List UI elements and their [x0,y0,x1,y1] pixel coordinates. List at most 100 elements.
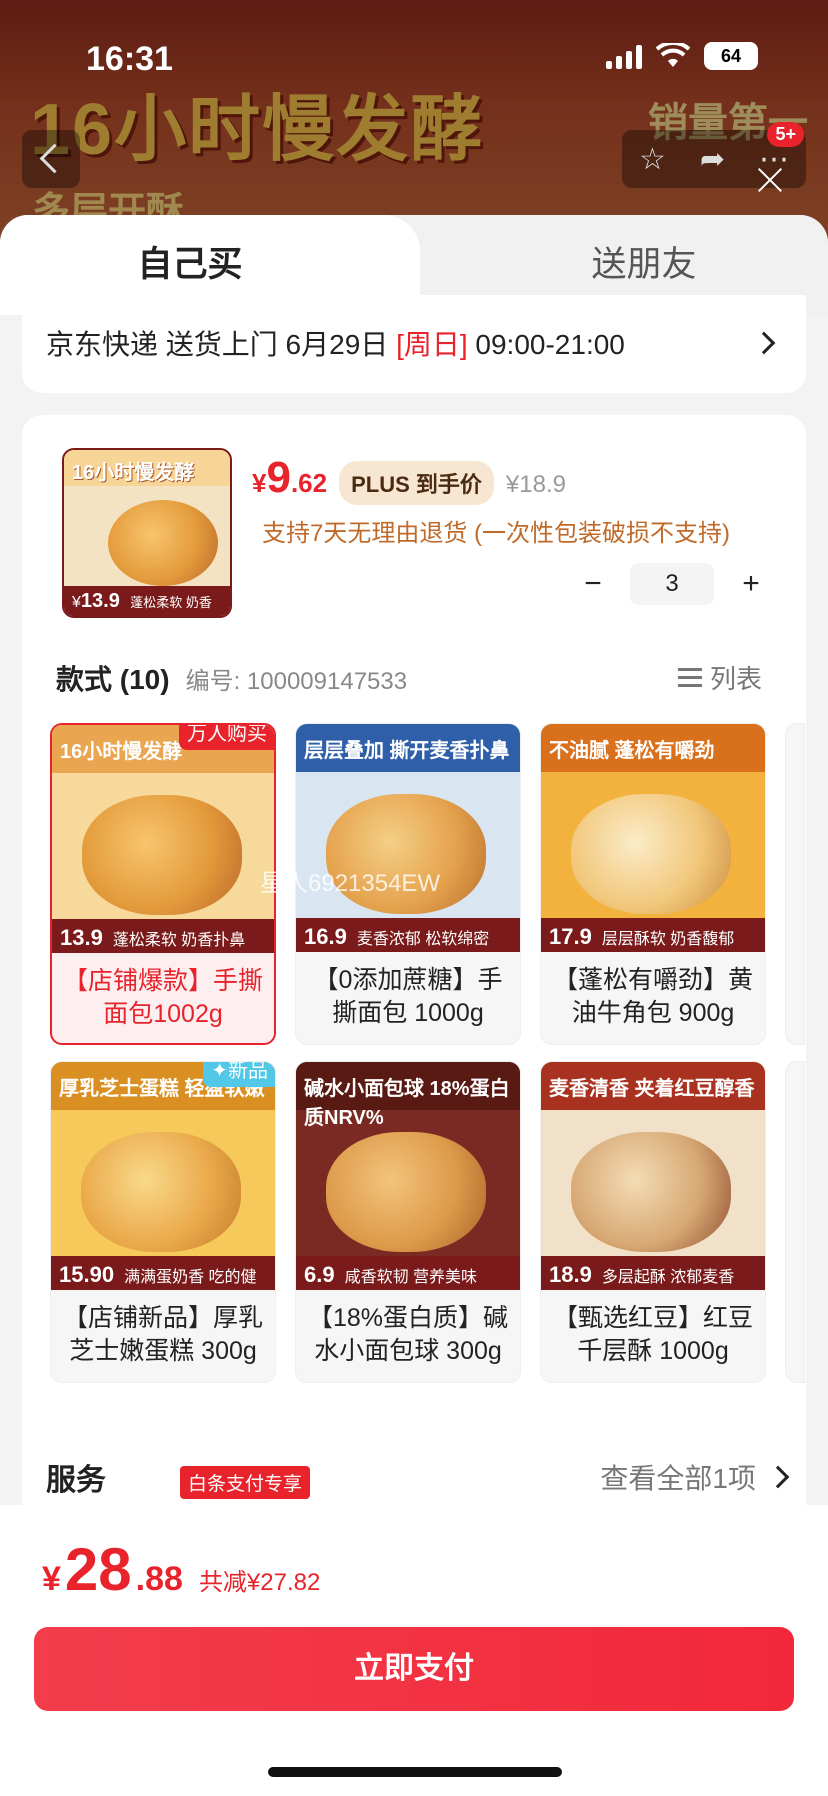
style-price-band: 6.9 咸香软韧 营养美味 [296,1256,520,1290]
style-price: 6.9 [304,1262,335,1287]
style-desc: 满满蛋奶香 吃的健康 [124,1269,257,1286]
style-desc: 麦香浓郁 松软绵密 [356,931,490,948]
style-option[interactable]: 万人购买 16小时慢发酵 13.9 蓬松柔软 奶香扑鼻 【店铺爆款】手撕面包10… [50,723,276,1045]
style-desc: 蓬松柔软 奶香扑鼻 [112,932,246,949]
checkout-footer: ¥ 28 .88 共减¥27.82 立即支付 [0,1505,828,1796]
price-integer: 9 [266,453,291,502]
style-image-headline: 不油腻 蓬松有嚼劲 [541,724,765,772]
style-option[interactable]: 碱水小面包球 18%蛋白质NRV% 6.9 咸香软韧 营养美味 【18%蛋白质】… [295,1061,521,1383]
style-image-headline: 层层叠加 撕开麦香扑鼻 [296,724,520,772]
close-icon[interactable] [756,166,784,194]
thumb-price-band: ¥13.9 蓬松柔软 奶香扑鼻 [64,586,230,616]
service-title: 服务 [46,1464,106,1497]
total-price-row: ¥ 28 .88 共减¥27.82 [42,1535,320,1604]
style-image: 碱水小面包球 18%蛋白质NRV% 6.9 咸香软韧 营养美味 [296,1062,520,1290]
delivery-info: 京东快递 送货上门 6月29日 [周日] 09:00-21:00 [46,323,625,363]
chevron-right-icon [752,331,776,355]
style-image-headline: 碱水小面包球 18%蛋白质NRV% [296,1062,520,1129]
style-name: 【蓬松有嚼劲】黄油牛角包 900g [552,966,753,1027]
signal-icon [606,43,642,69]
original-price: ¥18.9 [505,471,566,498]
price-row: ¥9.62 PLUS 到手价 ¥18.9 [252,453,566,505]
plus-price-tag: PLUS 到手价 [339,461,494,505]
style-price: 15.90 [59,1262,115,1287]
price-block: ¥9.62 [252,453,327,503]
style-option-partial[interactable] [785,1061,805,1383]
watermark: 星人6921354EW [260,870,441,897]
style-name: 【店铺新品】厚乳芝士嫩蛋糕 300g [62,1304,263,1365]
product-code: 编号: 100009147533 [185,668,408,695]
total-integer: 28 [64,1536,132,1603]
wifi-icon [656,43,690,67]
style-desc: 层层酥软 奶香馥郁 [601,931,735,948]
list-view-toggle[interactable]: 列表 [677,659,762,696]
total-savings: 共减¥27.82 [198,1569,321,1596]
style-image: 不油腻 蓬松有嚼劲 17.9 层层酥软 奶香馥郁 [541,724,765,952]
chevron-right-icon [766,1465,790,1489]
delivery-time: 09:00-21:00 [467,329,625,360]
pay-now-button[interactable]: 立即支付 [34,1627,794,1711]
price-decimal: .62 [290,468,328,498]
thumb-headline: 16小时慢发酵 [64,450,230,486]
product-thumbnail[interactable]: 16小时慢发酵 ¥13.9 蓬松柔软 奶香扑鼻 [62,448,232,618]
list-toggle-label: 列表 [709,664,762,694]
total-decimal: .88 [135,1560,183,1598]
status-icons: 64 [606,42,758,70]
style-tag: 新品 [228,1061,268,1082]
croissant-image [571,794,731,914]
style-image-headline: 麦香清香 夹着红豆醇香 [541,1062,765,1110]
new-tag: ✦新品 [203,1061,275,1087]
style-tag: 万人购买 [179,725,274,750]
service-row[interactable]: 服务 查看全部1项 [46,1455,790,1499]
style-image: 麦香清香 夹着红豆醇香 18.9 多层起酥 浓郁麦香 [541,1062,765,1290]
product-card: 16小时慢发酵 ¥13.9 蓬松柔软 奶香扑鼻 ¥9.62 PLUS 到手价 ¥… [22,415,806,1535]
battery-icon: 64 [704,42,758,70]
style-price: 18.9 [549,1262,592,1287]
price-currency: ¥ [252,468,267,498]
thumb-price: 13.9 [80,590,120,612]
home-indicator [268,1767,562,1777]
style-price-band: 17.9 层层酥软 奶香馥郁 [541,918,765,952]
style-header: 款式 (10) 编号: 100009147533 [56,658,407,698]
status-time: 16:31 [86,40,173,78]
list-icon [677,667,702,689]
style-image: 层层叠加 撕开麦香扑鼻 16.9 麦香浓郁 松软绵密 [296,724,520,952]
bread-image [82,795,242,915]
style-desc: 咸香软韧 营养美味 [344,1269,478,1286]
style-option-partial[interactable] [785,723,805,1045]
cart-badge: 5+ [767,122,804,147]
share-icon[interactable]: ➦ [700,142,725,177]
bread-ball-image [326,1132,486,1252]
style-name: 【甄选红豆】红豆千层酥 1000g [552,1304,753,1365]
style-name: 【店铺爆款】手撕面包1002g [62,967,263,1028]
style-name: 【0添加蔗糖】手撕面包 1000g [313,966,503,1027]
delivery-row[interactable]: 京东快递 送货上门 6月29日 [周日] 09:00-21:00 [22,295,806,393]
style-option[interactable]: ✦新品 厚乳芝士蛋糕 轻盈软嫩 15.90 满满蛋奶香 吃的健康 【店铺新品】厚… [50,1061,276,1383]
quantity-stepper: − 3 + [578,563,766,605]
style-desc: 多层起酥 浓郁麦香 [601,1269,735,1286]
cake-image [81,1132,241,1252]
delivery-day: [周日] [396,329,468,360]
style-option[interactable]: 麦香清香 夹着红豆醇香 18.9 多层起酥 浓郁麦香 【甄选红豆】红豆千层酥 1… [540,1061,766,1383]
bread-image [108,500,218,586]
style-option[interactable]: 不油腻 蓬松有嚼劲 17.9 层层酥软 奶香馥郁 【蓬松有嚼劲】黄油牛角包 90… [540,723,766,1045]
service-more-label: 查看全部1项 [600,1463,756,1494]
baitiao-badge: 白条支付专享 [180,1466,311,1499]
style-image: 厚乳芝士蛋糕 轻盈软嫩 15.90 满满蛋奶香 吃的健康 [51,1062,275,1290]
delivery-prefix: 京东快递 送货上门 6月29日 [46,329,397,360]
style-count-title: 款式 (10) [56,664,170,695]
style-price-band: 18.9 多层起酥 浓郁麦香 [541,1256,765,1290]
increase-button[interactable]: + [736,567,766,601]
status-bar: 16:31 64 [0,36,828,86]
star-icon[interactable]: ☆ [639,142,666,177]
style-price-band: 13.9 蓬松柔软 奶香扑鼻 [52,919,274,953]
style-price-band: 16.9 麦香浓郁 松软绵密 [296,918,520,952]
return-policy: 支持7天无理由退货 (一次性包装破损不支持) [262,520,730,547]
style-name: 【18%蛋白质】碱水小面包球 300g [307,1304,509,1365]
style-price: 16.9 [304,924,347,949]
back-button[interactable] [22,130,80,188]
style-price-band: 15.90 满满蛋奶香 吃的健康 [51,1256,275,1290]
quantity-field[interactable]: 3 [630,563,714,605]
pastry-image [571,1132,731,1252]
decrease-button[interactable]: − [578,567,608,601]
